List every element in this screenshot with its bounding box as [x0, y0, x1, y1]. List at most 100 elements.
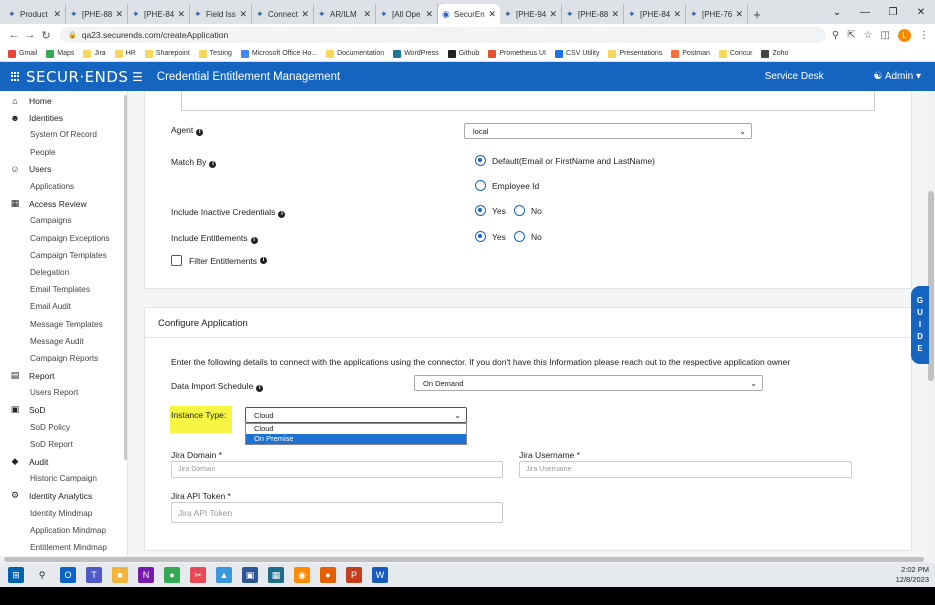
sidebar-item-people[interactable]: People: [0, 144, 127, 161]
instance-type-select[interactable]: Cloud ⌄: [245, 407, 467, 423]
powerpoint-icon[interactable]: P: [346, 567, 362, 583]
browser-tab[interactable]: ✦ [PHE-76 ✕: [686, 4, 748, 24]
tab-close-icon[interactable]: ✕: [735, 9, 743, 20]
sidebar-item-home[interactable]: ⌂ Home: [0, 92, 127, 109]
sidebar-item-application-mindmap[interactable]: Application Mindmap: [0, 522, 127, 539]
tab-close-icon[interactable]: ✕: [115, 9, 123, 20]
sidebar-item-sod-policy[interactable]: SoD Policy: [0, 419, 127, 436]
firefox-icon[interactable]: ●: [320, 567, 336, 583]
bookmark-item[interactable]: Testing: [198, 49, 232, 58]
share-icon[interactable]: ⇱: [847, 30, 855, 41]
service-desk-link[interactable]: Service Desk: [765, 71, 824, 82]
hamburger-menu-icon[interactable]: ☰: [132, 70, 143, 84]
tab-close-icon[interactable]: ✕: [611, 9, 619, 20]
chrome-icon[interactable]: ●: [164, 567, 180, 583]
browser-tab[interactable]: ◉ SecurEn ✕: [438, 4, 500, 24]
url-field[interactable]: 🔒 qa23.securends.com/createApplication: [60, 27, 826, 43]
word-icon[interactable]: W: [372, 567, 388, 583]
sidebar-item-identity-analytics[interactable]: ⚙ Identity Analytics: [0, 487, 127, 504]
sidebar-item-entitlement-mindmap[interactable]: Entitlement Mindmap: [0, 539, 127, 556]
match-employee-radio[interactable]: Employee Id: [475, 180, 539, 191]
jira-domain-input[interactable]: Jira Domain: [171, 461, 503, 478]
system-clock[interactable]: 2:02 PM 12/8/2023: [896, 565, 929, 585]
bookmark-item[interactable]: Postman: [671, 49, 710, 58]
sidebar-item-access-review[interactable]: ▦ Access Review: [0, 195, 127, 212]
browser-tab[interactable]: ✦ [PHE-88 ✕: [66, 4, 128, 24]
instance-option[interactable]: Cloud: [246, 424, 466, 434]
terminal-icon[interactable]: ▣: [242, 567, 258, 583]
tab-close-icon[interactable]: ✕: [549, 9, 557, 20]
sidebar-item-campaign-exceptions[interactable]: Campaign Exceptions: [0, 230, 127, 247]
bookmark-item[interactable]: Gmail: [8, 49, 37, 58]
teams-icon[interactable]: T: [86, 567, 102, 583]
sidebar-item-campaign-reports[interactable]: Campaign Reports: [0, 350, 127, 367]
windows-start-icon[interactable]: ⊞: [8, 567, 24, 583]
agent-select[interactable]: local ⌄: [464, 123, 752, 139]
tab-close-icon[interactable]: ✕: [673, 9, 681, 20]
tab-search-icon[interactable]: ⌄: [823, 0, 851, 24]
vpn-icon[interactable]: ◉: [294, 567, 310, 583]
restore-icon[interactable]: ❐: [879, 0, 907, 24]
menu-dots-icon[interactable]: ⋮: [919, 30, 929, 41]
bookmark-item[interactable]: Prometheus UI: [488, 49, 546, 58]
onenote-icon[interactable]: N: [138, 567, 154, 583]
entitlements-no-radio[interactable]: No: [514, 231, 542, 242]
key-icon[interactable]: ⚲: [832, 30, 839, 41]
sidebar-item-sod-report[interactable]: SoD Report: [0, 436, 127, 453]
entitlements-yes-radio[interactable]: Yes: [475, 231, 506, 242]
tab-close-icon[interactable]: ✕: [488, 9, 496, 20]
browser-tab[interactable]: ✦ [PHE-94 ✕: [500, 4, 562, 24]
bookmark-item[interactable]: Github: [447, 49, 479, 58]
sidebar-item-historic-campaign[interactable]: Historic Campaign: [0, 470, 127, 487]
tab-close-icon[interactable]: ✕: [363, 9, 371, 20]
browser-tab[interactable]: ✦ AR/ILM ✕: [314, 4, 376, 24]
tab-close-icon[interactable]: ✕: [425, 9, 433, 20]
sidebar-scrollbar[interactable]: [124, 95, 127, 460]
bookmark-item[interactable]: Microsoft Office Ho...: [240, 49, 317, 58]
sidebar-item-sod[interactable]: ▣ SoD: [0, 401, 127, 418]
file-explorer-icon[interactable]: ■: [112, 567, 128, 583]
jira-token-input[interactable]: Jira API Token: [171, 502, 503, 523]
bookmark-star-icon[interactable]: ☆: [864, 30, 873, 41]
profile-avatar[interactable]: L: [898, 28, 911, 42]
bookmark-item[interactable]: WordPress: [393, 49, 439, 58]
description-textarea[interactable]: [181, 91, 875, 111]
back-icon[interactable]: ←: [6, 29, 22, 41]
remote-icon[interactable]: ▦: [268, 567, 284, 583]
sidebar-item-email-audit[interactable]: Email Audit: [0, 298, 127, 315]
sidepanel-icon[interactable]: ◫: [881, 30, 890, 41]
browser-tab[interactable]: ✦ [All Ope ✕: [376, 4, 438, 24]
browser-tab[interactable]: ✦ Product ✕: [4, 4, 66, 24]
bookmark-item[interactable]: CSV Utility: [555, 49, 599, 58]
sidebar-item-identities[interactable]: ☻ Identities: [0, 109, 127, 126]
bookmark-item[interactable]: Concur: [718, 49, 752, 58]
guide-tab[interactable]: GUIDE: [911, 286, 929, 364]
sidebar-item-system-of-record[interactable]: System Of Record: [0, 126, 127, 143]
snipping-icon[interactable]: ✂: [190, 567, 206, 583]
bookmark-item[interactable]: Maps: [46, 49, 74, 58]
sidebar-item-delegation[interactable]: Delegation: [0, 264, 127, 281]
sidebar-item-applications[interactable]: Applications: [0, 178, 127, 195]
tab-close-icon[interactable]: ✕: [239, 9, 247, 20]
reload-icon[interactable]: ↻: [38, 29, 54, 42]
inactive-yes-radio[interactable]: Yes: [475, 205, 506, 216]
sidebar-item-campaigns[interactable]: Campaigns: [0, 212, 127, 229]
sidebar-item-audit[interactable]: ◆ Audit: [0, 453, 127, 470]
instance-option[interactable]: On Premise: [246, 434, 466, 444]
close-window-icon[interactable]: ✕: [907, 0, 935, 24]
tab-close-icon[interactable]: ✕: [301, 9, 309, 20]
tab-close-icon[interactable]: ✕: [53, 9, 61, 20]
sidebar-item-email-templates[interactable]: Email Templates: [0, 281, 127, 298]
minimize-icon[interactable]: —: [851, 0, 879, 24]
paint-icon[interactable]: ▲: [216, 567, 232, 583]
sidebar-item-message-audit[interactable]: Message Audit: [0, 333, 127, 350]
bookmark-item[interactable]: Sharepoint: [144, 49, 190, 58]
data-import-schedule-select[interactable]: On Demand ⌄: [414, 375, 763, 391]
tab-close-icon[interactable]: ✕: [177, 9, 185, 20]
browser-tab[interactable]: ✦ Field Iss ✕: [190, 4, 252, 24]
sidebar-item-users-report[interactable]: Users Report: [0, 384, 127, 401]
new-tab-button[interactable]: +: [748, 4, 766, 24]
outlook-icon[interactable]: O: [60, 567, 76, 583]
match-default-radio[interactable]: Default(Email or FirstName and LastName): [475, 155, 655, 166]
browser-tab[interactable]: ✦ Connect ✕: [252, 4, 314, 24]
